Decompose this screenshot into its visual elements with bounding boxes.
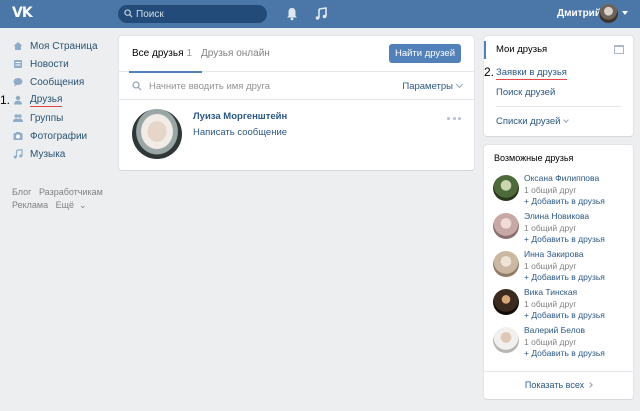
suggested-friend-name[interactable]: Оксана Филиппова	[524, 173, 599, 183]
menu-item-news[interactable]: Новости	[8, 55, 118, 73]
chevron-down-icon: ⌄	[79, 200, 87, 210]
menu-item-label: Новости	[30, 58, 69, 70]
params-dropdown[interactable]: Параметры	[402, 81, 462, 92]
photos-icon	[13, 132, 23, 140]
friends-nav-card: Мои друзья Заявки в друзья Поиск друзей …	[484, 36, 633, 136]
add-friend-button[interactable]: + Добавить в друзья	[524, 196, 605, 206]
add-friend-label: Добавить в друзья	[531, 272, 605, 282]
messages-icon	[13, 78, 23, 87]
suggested-friend-name[interactable]: Элина Новикова	[524, 211, 589, 221]
find-friends-button[interactable]: Найти друзей	[389, 44, 461, 63]
menu-item-my-page[interactable]: Моя Страница	[8, 37, 118, 55]
divider	[484, 371, 633, 372]
news-icon	[14, 60, 22, 68]
mutual-friends[interactable]: 1 общий друг	[524, 337, 576, 347]
add-friend-label: Добавить в друзья	[531, 310, 605, 320]
add-friend-label: Добавить в друзья	[531, 234, 605, 244]
menu-item-friends[interactable]: Друзья	[8, 91, 118, 109]
menu-item-label: Фотографии	[30, 130, 88, 142]
friends-search-row: Параметры	[119, 72, 474, 100]
music-note-icon[interactable]	[313, 6, 329, 22]
add-friend-button[interactable]: + Добавить в друзья	[524, 348, 605, 358]
menu-item-photos[interactable]: Фотографии	[8, 127, 118, 145]
suggested-friend: Элина Новикова 1 общий друг + Добавить в…	[484, 211, 633, 249]
suggested-friend-avatar[interactable]	[493, 251, 519, 277]
friend-avatar[interactable]	[132, 109, 182, 159]
write-message-link[interactable]: Написать сообщение	[193, 127, 287, 138]
menu-item-label: Группы	[30, 112, 64, 124]
header-search[interactable]	[118, 5, 267, 23]
home-icon	[13, 42, 23, 50]
friends-search-input[interactable]	[149, 80, 379, 93]
bell-icon[interactable]	[284, 6, 300, 22]
step-marker-2: 2.	[484, 65, 495, 79]
nav-friend-requests[interactable]: Заявки в друзья	[496, 67, 567, 80]
suggested-friend: Валерий Белов 1 общий друг + Добавить в …	[484, 325, 633, 363]
possible-friends-card: Возможные друзья Оксана Филиппова 1 общи…	[484, 145, 633, 399]
footer-link-blog[interactable]: Блог	[12, 187, 31, 197]
music-icon	[13, 149, 23, 159]
friends-tabs: Все друзья 1 Друзья онлайн Найти друзей	[119, 36, 474, 73]
menu-item-label: Моя Страница	[30, 40, 98, 52]
groups-icon	[13, 114, 23, 122]
mutual-friends[interactable]: 1 общий друг	[524, 299, 576, 309]
user-name[interactable]: Дмитрий	[557, 8, 601, 19]
left-footer: Блог Разработчикам Реклама Ещё ⌄	[12, 186, 112, 212]
suggested-friend: Оксана Филиппова 1 общий друг + Добавить…	[484, 173, 633, 211]
menu-item-label: Друзья	[30, 93, 63, 107]
vk-logo[interactable]: VK	[12, 5, 34, 21]
friend-name[interactable]: Луиза Моргенштейн	[193, 111, 287, 122]
nav-find-friends[interactable]: Поиск друзей	[496, 87, 555, 98]
suggested-friend-avatar[interactable]	[493, 175, 519, 201]
more-actions-icon[interactable]	[447, 115, 461, 121]
menu-item-groups[interactable]: Группы	[8, 109, 118, 127]
footer-link-more[interactable]: Ещё	[56, 200, 74, 210]
add-friend-button[interactable]: + Добавить в друзья	[524, 310, 605, 320]
friends-count: 1	[186, 48, 193, 59]
menu-item-label: Сообщения	[30, 76, 85, 88]
add-friend-label: Добавить в друзья	[531, 348, 605, 358]
friend-row: Луиза Моргенштейн Написать сообщение	[119, 100, 474, 166]
tab-all-friends-label: Все друзья	[132, 48, 184, 59]
add-friend-button[interactable]: + Добавить в друзья	[524, 234, 605, 244]
top-bar: VK Дмитрий	[0, 0, 640, 28]
suggested-friend: Вика Тинская 1 общий друг + Добавить в д…	[484, 287, 633, 325]
divider	[496, 106, 621, 107]
search-icon	[132, 81, 142, 91]
suggested-friend-name[interactable]: Инна Закирова	[524, 249, 584, 259]
mutual-friends[interactable]: 1 общий друг	[524, 261, 576, 271]
friends-card: Все друзья1 Друзья онлайн Найти друзей П…	[119, 36, 474, 170]
mutual-friends[interactable]: 1 общий друг	[524, 223, 576, 233]
add-friend-button[interactable]: + Добавить в друзья	[524, 272, 605, 282]
possible-friends-title: Возможные друзья	[494, 153, 574, 163]
menu-item-messages[interactable]: Сообщения	[8, 73, 118, 91]
mutual-friends[interactable]: 1 общий друг	[524, 185, 576, 195]
show-all-link[interactable]: Показать всех	[484, 380, 633, 390]
suggested-friend: Инна Закирова 1 общий друг + Добавить в …	[484, 249, 633, 287]
calendar-icon[interactable]	[614, 45, 624, 54]
chevron-down-icon[interactable]	[622, 11, 628, 15]
tab-all-friends[interactable]: Все друзья 1	[128, 48, 203, 73]
suggested-friend-avatar[interactable]	[493, 327, 519, 353]
user-avatar[interactable]	[599, 4, 618, 23]
menu-item-music[interactable]: Музыка	[8, 145, 118, 163]
left-menu: Моя Страница Новости Сообщения Друзья Гр…	[8, 37, 118, 163]
footer-link-ads[interactable]: Реклама	[12, 200, 48, 210]
nav-my-friends[interactable]: Мои друзья	[484, 41, 633, 59]
nav-friend-lists[interactable]: Списки друзей	[496, 116, 568, 127]
suggested-friend-name[interactable]: Валерий Белов	[524, 325, 585, 335]
footer-link-developers[interactable]: Разработчикам	[39, 187, 103, 197]
friends-icon	[14, 95, 22, 105]
suggested-friend-avatar[interactable]	[493, 213, 519, 239]
suggested-friend-name[interactable]: Вика Тинская	[524, 287, 577, 297]
suggested-friend-avatar[interactable]	[493, 289, 519, 315]
menu-item-label: Музыка	[30, 148, 66, 160]
tab-friends-online[interactable]: Друзья онлайн	[201, 48, 270, 59]
add-friend-label: Добавить в друзья	[531, 196, 605, 206]
search-icon	[124, 9, 133, 18]
step-marker-1: 1.	[0, 93, 11, 107]
header-search-input[interactable]	[136, 7, 261, 21]
